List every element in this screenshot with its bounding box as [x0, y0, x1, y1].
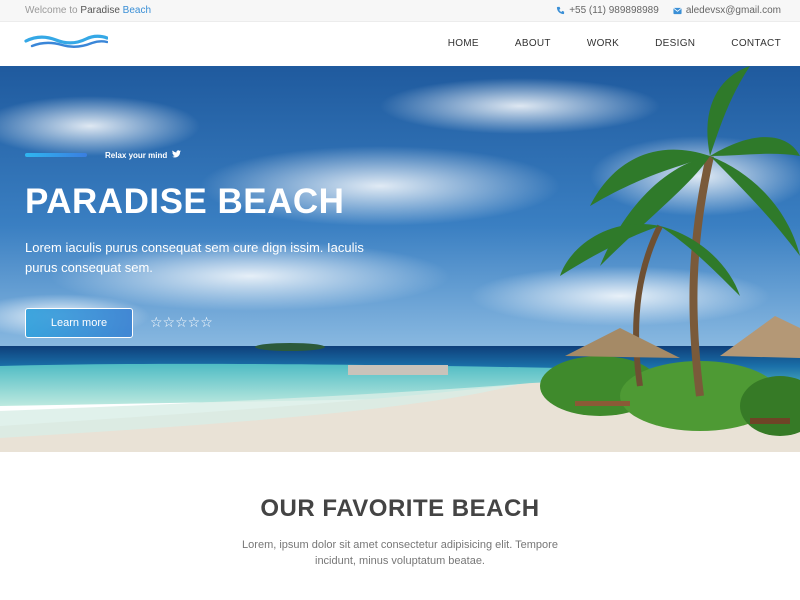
email-address: aledevsx@gmail.com — [685, 5, 781, 16]
nav-about[interactable]: ABOUT — [515, 38, 551, 49]
phone-number: +55 (11) 989898989 — [569, 5, 659, 16]
star-rating[interactable]: ☆☆☆☆☆ — [150, 314, 213, 331]
twitter-bird-icon[interactable] — [172, 150, 182, 160]
hero-section: Relax your mind PARADISE BEACH Lorem iac… — [0, 66, 800, 452]
phone-contact[interactable]: +55 (11) 989898989 — [556, 5, 659, 16]
welcome-accent: Beach — [122, 5, 152, 16]
relax-tagline: Relax your mind — [105, 150, 182, 160]
nav-contact[interactable]: CONTACT — [731, 38, 781, 49]
nav-home[interactable]: HOME — [448, 38, 479, 49]
welcome-prefix: Welcome to — [25, 5, 78, 16]
contact-info: +55 (11) 989898989 aledevsx@gmail.com — [556, 5, 781, 16]
welcome-brand: Paradise — [80, 5, 120, 16]
hero-accent-bar — [25, 153, 87, 157]
section-title: OUR FAVORITE BEACH — [260, 495, 540, 522]
email-contact[interactable]: aledevsx@gmail.com — [673, 5, 781, 16]
envelope-icon — [673, 7, 682, 15]
main-menu: HOME ABOUT WORK DESIGN CONTACT — [412, 38, 781, 49]
nav-work[interactable]: WORK — [587, 38, 619, 49]
welcome-text: Welcome to Paradise Beach — [25, 5, 151, 16]
main-navbar: HOME ABOUT WORK DESIGN CONTACT — [0, 22, 800, 66]
logo-waves-icon[interactable] — [24, 34, 109, 55]
top-info-bar: Welcome to Paradise Beach +55 (11) 98989… — [0, 0, 800, 22]
hero-subtitle: Lorem iaculis purus consequat sem cure d… — [25, 240, 364, 275]
phone-icon — [556, 6, 565, 15]
learn-more-button[interactable]: Learn more — [25, 308, 133, 338]
section-description: Lorem, ipsum dolor sit amet consectetur … — [242, 539, 558, 567]
hero-title: PARADISE BEACH — [25, 182, 345, 221]
nav-design[interactable]: DESIGN — [655, 38, 695, 49]
relax-text: Relax your mind — [105, 150, 168, 160]
